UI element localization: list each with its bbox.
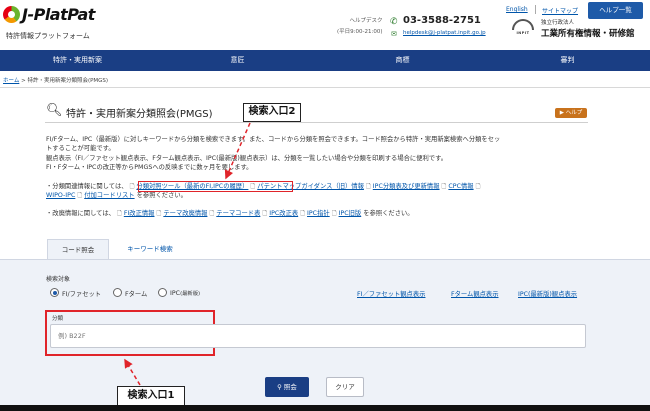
- radio-fterm-label[interactable]: Fターム: [125, 289, 147, 298]
- ipc-revision-link[interactable]: IPC改正表: [269, 210, 298, 217]
- related-info-line: ・分類関連情報に関しては、 🗋 分類対照ツール（最新のFI,IPCの履歴） 🗋 …: [46, 182, 591, 191]
- search-icon: ⚲: [277, 383, 284, 391]
- theme-revision-link[interactable]: テーマ改廃情報: [163, 210, 207, 217]
- inpit-logo: INPIT: [512, 19, 534, 35]
- clear-button[interactable]: クリア: [326, 377, 364, 397]
- org-name: 工業所有権情報・研修館: [541, 29, 635, 39]
- breadcrumb-home[interactable]: ホーム: [3, 78, 19, 84]
- ipc-view-link[interactable]: IPC(最新版)観点表示: [518, 289, 577, 298]
- nav-design[interactable]: 意匠: [155, 50, 320, 71]
- site-logo[interactable]: J-PlatPat: [22, 5, 95, 24]
- main-nav: 特許・実用新案 意匠 商標 審判: [0, 50, 650, 71]
- help-desk-email[interactable]: helpdesk@j-platpat.inpit.go.jp: [403, 30, 486, 36]
- help-desk-info: ヘルプデスク (平日9:00-21:00): [337, 16, 382, 38]
- fi-revision-link[interactable]: FI改正情報: [124, 210, 155, 217]
- tab-code-lookup[interactable]: コード照会: [47, 239, 109, 259]
- revision-info-prefix: ・改廃情報に関しては、: [46, 210, 115, 217]
- radio-ipc-text: IPC: [170, 290, 181, 297]
- radio-ipc-label[interactable]: IPC(最新版): [170, 289, 200, 297]
- annotation-entry-1: 検索入口1: [117, 386, 185, 406]
- inpit-logo-text: INPIT: [516, 31, 530, 35]
- document-icon: 🗋: [116, 210, 122, 217]
- ipc-old-version-link[interactable]: IPC旧版: [339, 210, 362, 217]
- page: J-PlatPat 特許情報プラットフォーム ヘルプデスク (平日9:00-21…: [0, 0, 650, 411]
- document-icon: 🗋: [331, 210, 337, 217]
- wipo-ipc-link[interactable]: WIPO-IPC: [46, 192, 75, 199]
- document-icon: 🗋: [77, 192, 83, 199]
- revision-info-suffix: を参照ください。: [363, 210, 414, 217]
- radio-fterm[interactable]: [113, 288, 122, 297]
- site-header: J-PlatPat 特許情報プラットフォーム ヘルプデスク (平日9:00-21…: [0, 0, 650, 50]
- annotation-entry-2: 検索入口2: [243, 103, 301, 122]
- mail-icon: ✉: [391, 30, 397, 38]
- jplatpat-logo-icon[interactable]: [3, 6, 20, 23]
- page-title: 特許・実用新案分類照会(PMGS): [66, 109, 213, 120]
- breadcrumb-current: 特許・実用新案分類照会(PMGS): [27, 78, 109, 84]
- revision-info-line: ・改廃情報に関しては、 🗋 FI改正情報 🗋 テーマ改廃情報 🗋 テーマコード表…: [46, 209, 591, 218]
- description-line-4: FI・Fターム・IPCの改正等からPMGSへの反映までに数ヶ月を要します。: [46, 164, 253, 171]
- sitemap-link[interactable]: サイトマップ: [542, 6, 578, 15]
- phone-icon: ✆: [390, 17, 398, 27]
- fterm-view-link[interactable]: Fターム観点表示: [451, 289, 499, 298]
- fi-facet-view-link[interactable]: FI／ファセット観点表示: [357, 289, 425, 298]
- document-icon: 🗋: [475, 183, 481, 190]
- nav-trademark[interactable]: 商標: [320, 50, 485, 71]
- related-info-suffix: を参照ください。: [136, 192, 187, 199]
- help-desk-hours: (平日9:00-21:00): [337, 29, 383, 35]
- english-link[interactable]: English: [506, 6, 528, 13]
- title-divider: [45, 122, 588, 123]
- inpit-arc-icon: [512, 19, 534, 30]
- ipc-table-link[interactable]: IPC分類表及び更新情報: [373, 183, 440, 190]
- org-type: 独立行政法人: [541, 20, 575, 26]
- lookup-button-label: 照会: [283, 383, 297, 391]
- document-icon: 🗋: [262, 210, 268, 217]
- document-icon: 🗋: [365, 183, 371, 190]
- search-target-label: 検索対象: [46, 276, 71, 283]
- theme-code-table-link[interactable]: テーマコード表: [216, 210, 260, 217]
- ipc-guide-link[interactable]: IPC指针: [307, 210, 330, 217]
- tab-keyword-search[interactable]: キーワード検索: [110, 239, 190, 259]
- related-info-prefix: ・分類関連情報に関しては、: [46, 183, 128, 190]
- help-desk-phone: 03-3588-2751: [403, 15, 481, 26]
- highlight-box-entry-2: [138, 181, 293, 192]
- classification-input[interactable]: [50, 324, 586, 348]
- breadcrumb-divider: [0, 87, 650, 88]
- description-line-2: トすることが可能です。: [46, 145, 115, 152]
- radio-fi-facet[interactable]: [50, 288, 59, 297]
- help-button[interactable]: ▶ ヘルプ: [555, 108, 587, 118]
- help-desk-label: ヘルプデスク: [349, 18, 383, 24]
- document-icon: 🗋: [441, 183, 447, 190]
- toplink-divider: [535, 5, 536, 14]
- breadcrumb: ホーム > 特許・実用新案分類照会(PMGS): [3, 76, 108, 84]
- bottom-bar: [0, 405, 650, 411]
- radio-ipc-suffix: (最新版): [180, 291, 201, 297]
- description-line-3: 観点表示（FI／ファセット観点表示、Fターム観点表示、IPC(最新版)観点表示）…: [46, 155, 448, 162]
- document-icon: 🗋: [209, 210, 215, 217]
- document-icon: 🗋: [300, 210, 306, 217]
- additional-code-list-link[interactable]: 付加コードリスト: [84, 192, 134, 199]
- cpc-info-link[interactable]: CPC情報: [448, 183, 473, 190]
- radio-ipc[interactable]: [158, 288, 167, 297]
- search-icon: 🔍︎: [46, 103, 63, 118]
- help-list-button[interactable]: ヘルプ一覧: [588, 2, 643, 19]
- document-icon: 🗋: [129, 183, 135, 190]
- classification-label: 分類: [52, 316, 64, 322]
- document-icon: 🗋: [156, 210, 162, 217]
- related-info-line-2: WIPO-IPC 🗋 付加コードリスト を参照ください。: [46, 191, 591, 200]
- site-subtitle: 特許情報プラットフォーム: [6, 32, 90, 40]
- lookup-button[interactable]: ⚲ 照会: [265, 377, 309, 397]
- description-line-1: FI/Fターム、IPC（最新版）に対しキーワードから分類を検索できます。また、コ…: [46, 136, 501, 143]
- nav-appeal[interactable]: 審判: [485, 50, 650, 71]
- radio-fi-facet-label[interactable]: FI/ファセット: [62, 289, 101, 298]
- nav-patent-utility[interactable]: 特許・実用新案: [0, 50, 155, 71]
